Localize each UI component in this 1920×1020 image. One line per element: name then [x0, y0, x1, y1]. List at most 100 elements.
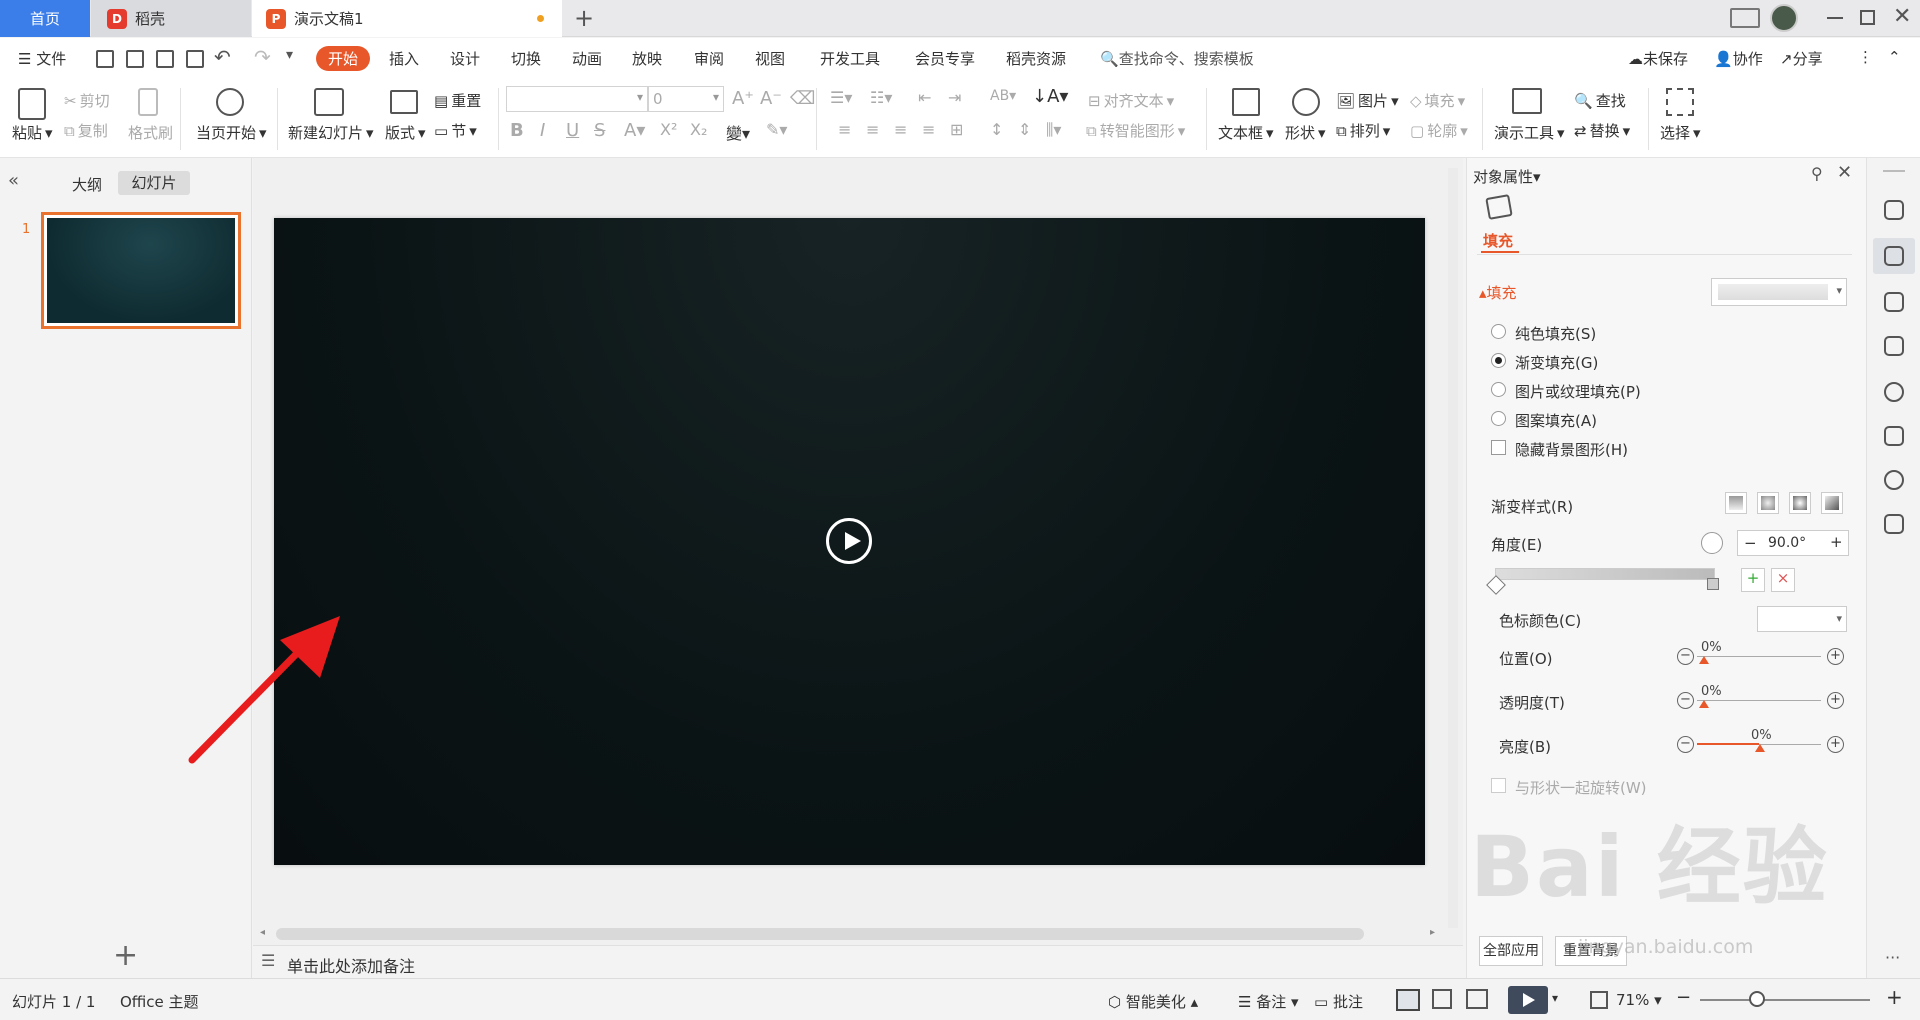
transparency-decrement[interactable]: − — [1677, 692, 1694, 709]
customize-dropdown-icon[interactable]: ▾ — [286, 47, 293, 63]
fill-section-header[interactable]: ▴填充 — [1479, 282, 1517, 303]
shape-button[interactable]: 形状 ▾ — [1285, 122, 1326, 143]
unsaved-button[interactable]: ☁未保存 — [1628, 48, 1688, 69]
star-icon[interactable] — [1884, 292, 1904, 312]
reading-view-icon[interactable] — [1466, 989, 1488, 1009]
scroll-right-icon[interactable]: ▸ — [1430, 927, 1435, 938]
gradient-bar[interactable] — [1495, 568, 1715, 580]
zoom-out-icon[interactable]: − — [1676, 987, 1691, 1008]
align-left-icon[interactable]: ≡ — [838, 120, 851, 139]
highlight-icon[interactable]: ✎▾ — [766, 120, 787, 139]
arrange-button[interactable]: ⧉ 排列 ▾ — [1336, 120, 1390, 141]
menu-animation[interactable]: 动画 — [572, 48, 602, 69]
gradient-rect-icon[interactable] — [1789, 492, 1811, 514]
menu-design[interactable]: 设计 — [450, 48, 480, 69]
smart-shape-button[interactable]: ⧉ 转智能图形 ▾ — [1086, 120, 1185, 141]
align-right-icon[interactable]: ≡ — [894, 120, 907, 139]
share-button[interactable]: ↗分享 — [1780, 48, 1823, 69]
stop-color-dropdown[interactable]: ▾ — [1757, 606, 1847, 632]
cube-icon[interactable] — [1884, 514, 1904, 534]
menu-view[interactable]: 视图 — [755, 48, 785, 69]
line-spacing-icon[interactable]: ↕ — [990, 120, 1003, 139]
gradient-linear-icon[interactable] — [1725, 492, 1747, 514]
layout-button[interactable]: 版式 ▾ — [385, 122, 426, 143]
rotate-with-shape-checkbox[interactable] — [1491, 778, 1506, 793]
font-size-select[interactable]: 0 ▾ — [648, 86, 724, 112]
sort-icon[interactable]: ↓A▾ — [1032, 86, 1068, 107]
panel-title[interactable]: 对象属性▾ — [1473, 166, 1541, 187]
zoom-slider-track[interactable] — [1700, 999, 1870, 1001]
sorter-view-icon[interactable] — [1432, 989, 1452, 1009]
position-slider-thumb[interactable] — [1699, 656, 1709, 664]
from-current-button[interactable]: 当页开始 ▾ — [196, 122, 267, 143]
columns-icon[interactable]: ⫼▾ — [1046, 120, 1061, 140]
position-decrement[interactable]: − — [1677, 648, 1694, 665]
menu-member[interactable]: 会员专享 — [915, 48, 975, 69]
underline-icon[interactable]: U — [566, 120, 579, 141]
menu-file[interactable]: ☰ 文件 — [18, 48, 66, 69]
gradient-radial-icon[interactable] — [1757, 492, 1779, 514]
cut-button[interactable]: ✂ 剪切 — [64, 90, 110, 111]
radio-pattern-fill[interactable] — [1491, 411, 1506, 426]
menu-devtools[interactable]: 开发工具 — [820, 48, 880, 69]
more-menu-icon[interactable]: ⋮ — [1858, 48, 1873, 66]
position-slider-track[interactable] — [1697, 656, 1821, 657]
maximize-icon[interactable] — [1860, 10, 1875, 25]
copy-button[interactable]: ⧉ 复制 — [64, 120, 108, 141]
smart-beautify-button[interactable]: ⬡ 智能美化 ▴ — [1108, 991, 1198, 1012]
paste-button[interactable]: 粘贴 ▾ — [12, 122, 53, 143]
shrink-font-icon[interactable]: A⁻ — [760, 88, 782, 109]
fill-button[interactable]: ◇ 填充 ▾ — [1410, 90, 1465, 111]
paragraph-spacing-icon[interactable]: ⇕ — [1018, 120, 1031, 139]
angle-increment[interactable]: + — [1830, 533, 1843, 551]
zoom-slider-thumb[interactable] — [1749, 991, 1765, 1007]
select-button[interactable]: 选择 ▾ — [1660, 122, 1701, 143]
justify-icon[interactable]: ≡ — [922, 120, 935, 139]
outline-button[interactable]: ▢ 轮廓 ▾ — [1410, 120, 1468, 141]
transparency-increment[interactable]: + — [1827, 692, 1844, 709]
add-slide-button[interactable]: + — [113, 938, 138, 973]
superscript-icon[interactable]: X² — [660, 120, 677, 139]
present-tools-button[interactable]: 演示工具 ▾ — [1494, 122, 1565, 143]
notes-toggle-button[interactable]: ☰ 备注 ▾ — [1238, 991, 1299, 1012]
position-increment[interactable]: + — [1827, 648, 1844, 665]
decrease-indent-icon[interactable]: ⇤ — [918, 88, 931, 107]
menu-slideshow[interactable]: 放映 — [632, 48, 662, 69]
scroll-left-icon[interactable]: ◂ — [260, 927, 265, 938]
replace-button[interactable]: ⇄ 替换 ▾ — [1574, 120, 1630, 141]
bold-icon[interactable]: B — [510, 120, 524, 141]
angle-decrement[interactable]: − — [1744, 534, 1757, 552]
menu-start[interactable]: 开始 — [316, 46, 371, 71]
delete-stop-icon[interactable]: × — [1771, 568, 1795, 592]
preview-icon[interactable] — [186, 50, 204, 68]
textbox-button[interactable]: 文本框 ▾ — [1218, 122, 1274, 143]
text-direction-icon[interactable]: AB▾ — [990, 88, 1016, 104]
normal-view-icon[interactable] — [1396, 989, 1420, 1011]
apply-all-button[interactable]: 全部应用 — [1479, 936, 1543, 966]
font-color-icon[interactable]: A▾ — [624, 120, 645, 141]
fill-bucket-icon[interactable] — [1485, 194, 1513, 220]
tab-daoke[interactable]: D 稻壳 — [91, 0, 251, 37]
clear-format-icon[interactable]: ⌫ — [790, 88, 815, 109]
find-button[interactable]: 🔍 查找 — [1574, 90, 1626, 111]
hide-bg-checkbox[interactable] — [1491, 440, 1506, 455]
layout-toggle-icon[interactable] — [1730, 8, 1760, 28]
sidebar-more-icon[interactable]: ··· — [1885, 948, 1900, 967]
phonetic-icon[interactable]: 變▾ — [726, 120, 750, 144]
menu-insert[interactable]: 插入 — [389, 48, 419, 69]
comment-button[interactable]: ▭ 批注 — [1314, 991, 1363, 1012]
help-icon[interactable] — [1884, 382, 1904, 402]
numbering-icon[interactable]: ☷▾ — [870, 88, 892, 107]
save-icon[interactable] — [96, 50, 114, 68]
export-icon[interactable] — [126, 50, 144, 68]
brightness-increment[interactable]: + — [1827, 736, 1844, 753]
increase-indent-icon[interactable]: ⇥ — [948, 88, 961, 107]
brightness-slider-thumb[interactable] — [1755, 744, 1765, 752]
radio-solid-fill[interactable] — [1491, 324, 1506, 339]
italic-icon[interactable]: I — [540, 120, 545, 141]
lightning-icon[interactable] — [1884, 470, 1904, 490]
slideshow-play-button[interactable] — [1508, 986, 1548, 1014]
panel-close-icon[interactable]: ✕ — [1837, 162, 1852, 183]
gradient-stop-right[interactable] — [1707, 578, 1719, 590]
notes-area[interactable]: ☰ 单击此处添加备注 — [253, 945, 1463, 978]
